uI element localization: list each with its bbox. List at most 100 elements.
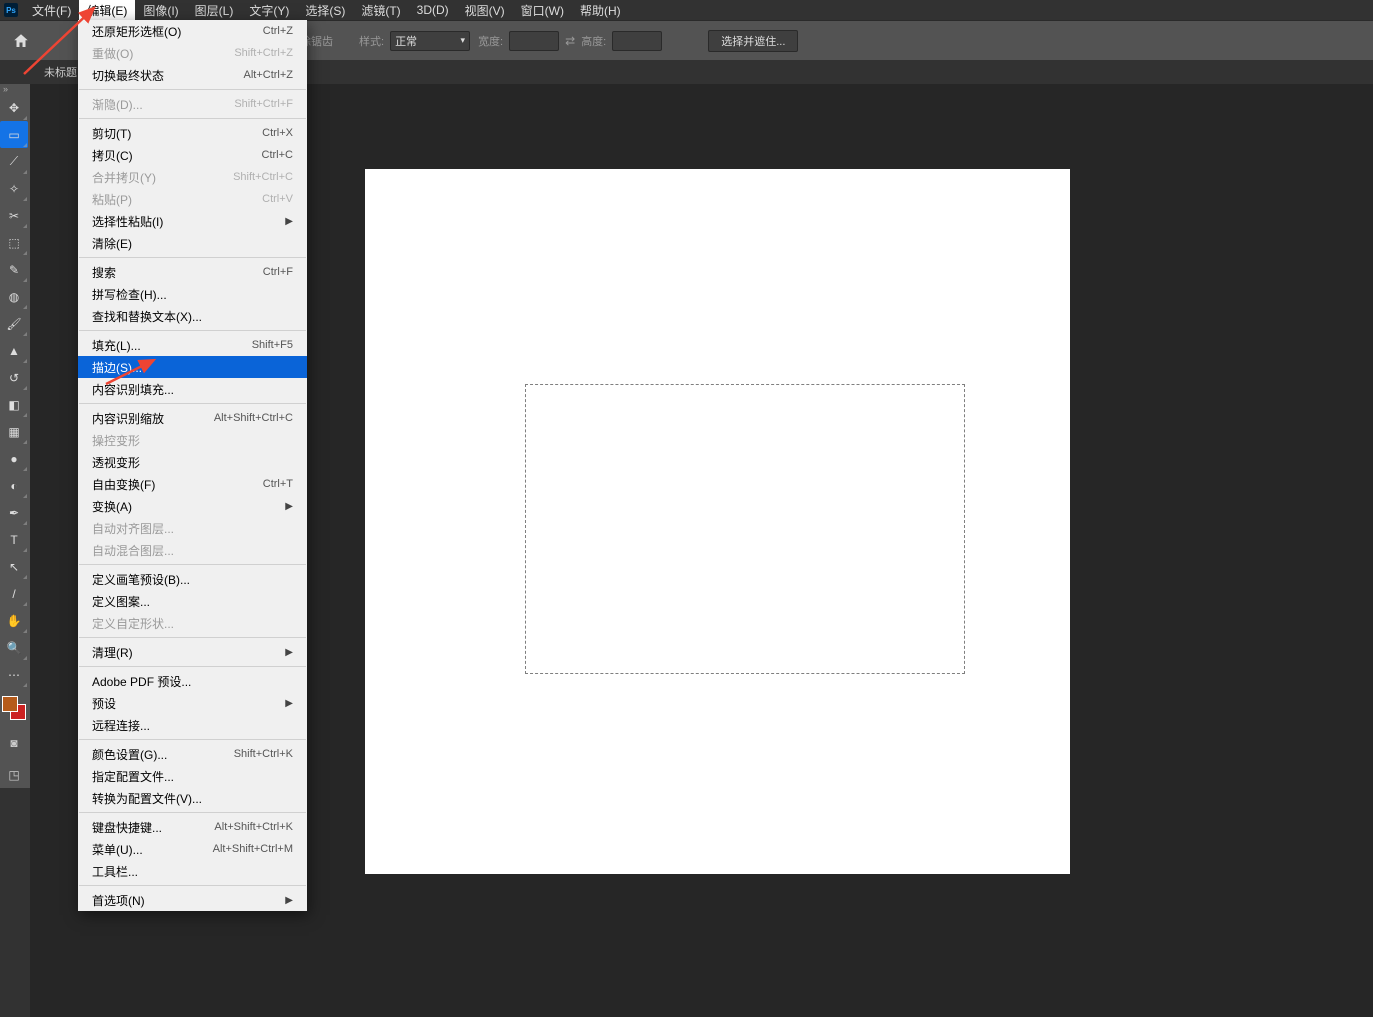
menu-item-shortcut: Ctrl+Z <box>263 25 293 37</box>
menu-item-label: 操控变形 <box>92 432 140 449</box>
menu-item: 自动混合图层... <box>78 539 307 561</box>
menu-window[interactable]: 窗口(W) <box>513 0 572 21</box>
menu-item[interactable]: 定义画笔预设(B)... <box>78 568 307 590</box>
menu-item[interactable]: 内容识别填充... <box>78 378 307 400</box>
dodge-tool[interactable]: ◐ <box>0 472 28 499</box>
marquee-tool[interactable]: ▭ <box>0 121 28 148</box>
menu-item[interactable]: 远程连接... <box>78 714 307 736</box>
canvas[interactable] <box>365 169 1070 874</box>
menu-item[interactable]: 剪切(T)Ctrl+X <box>78 122 307 144</box>
menu-item-label: 选择性粘贴(I) <box>92 213 163 230</box>
submenu-arrow-icon: ▶ <box>285 698 293 709</box>
width-input[interactable] <box>509 31 559 51</box>
height-label: 高度: <box>581 33 606 49</box>
menu-item[interactable]: 指定配置文件... <box>78 765 307 787</box>
menu-item-label: 内容识别缩放 <box>92 410 164 427</box>
color-swatches[interactable] <box>0 694 28 724</box>
menu-item[interactable]: 透视变形 <box>78 451 307 473</box>
menu-separator <box>79 118 306 119</box>
menu-item[interactable]: 键盘快捷键...Alt+Shift+Ctrl+K <box>78 816 307 838</box>
menu-item[interactable]: 还原矩形选框(O) Ctrl+Z <box>78 20 307 42</box>
frame-tool[interactable]: ⬚ <box>0 229 28 256</box>
menu-view[interactable]: 视图(V) <box>457 0 513 21</box>
menu-item[interactable]: 描边(S)... <box>78 356 307 378</box>
menu-3d[interactable]: 3D(D) <box>409 1 457 19</box>
healing-tool[interactable]: ◍ <box>0 283 28 310</box>
menu-help[interactable]: 帮助(H) <box>572 0 629 21</box>
pen-tool[interactable]: ✒ <box>0 499 28 526</box>
menu-filter[interactable]: 滤镜(T) <box>353 0 408 21</box>
menu-item[interactable]: 查找和替换文本(X)... <box>78 305 307 327</box>
move-tool[interactable]: ✥ <box>0 94 28 121</box>
eraser-tool[interactable]: ◧ <box>0 391 28 418</box>
menu-item[interactable]: 颜色设置(G)...Shift+Ctrl+K <box>78 743 307 765</box>
menu-item[interactable]: 首选项(N)▶ <box>78 889 307 911</box>
menu-item-label: 预设 <box>92 695 116 712</box>
menu-item[interactable]: 变换(A)▶ <box>78 495 307 517</box>
crop-tool[interactable]: ✂ <box>0 202 28 229</box>
style-select[interactable]: 正常 <box>390 31 470 51</box>
more-tool[interactable]: ⋯ <box>0 661 28 688</box>
menu-item-label: 查找和替换文本(X)... <box>92 308 202 325</box>
menu-type[interactable]: 文字(Y) <box>241 0 297 21</box>
menu-item[interactable]: 菜单(U)...Alt+Shift+Ctrl+M <box>78 838 307 860</box>
line-tool[interactable]: / <box>0 580 28 607</box>
menu-item[interactable]: 填充(L)...Shift+F5 <box>78 334 307 356</box>
menu-item-shortcut: Alt+Shift+Ctrl+K <box>214 821 293 833</box>
menu-item[interactable]: 拷贝(C)Ctrl+C <box>78 144 307 166</box>
hand-tool[interactable]: ✋ <box>0 607 28 634</box>
type-tool[interactable]: T <box>0 526 28 553</box>
brush-tool[interactable]: 🖌 <box>0 310 28 337</box>
zoom-tool[interactable]: 🔍 <box>0 634 28 661</box>
menu-item[interactable]: 工具栏... <box>78 860 307 882</box>
menu-item-label: 拼写检查(H)... <box>92 286 167 303</box>
menu-item[interactable]: 预设 ▶ <box>78 692 307 714</box>
menu-item[interactable]: 选择性粘贴(I)▶ <box>78 210 307 232</box>
menu-item[interactable]: 自由变换(F)Ctrl+T <box>78 473 307 495</box>
foreground-color-swatch[interactable] <box>2 696 18 712</box>
menu-item: 渐隐(D)...Shift+Ctrl+F <box>78 93 307 115</box>
menu-item[interactable]: Adobe PDF 预设... <box>78 670 307 692</box>
quickmask-button[interactable]: ◙ <box>0 730 28 756</box>
height-input[interactable] <box>612 31 662 51</box>
history-brush-tool[interactable]: ↺ <box>0 364 28 391</box>
tools-panel: » ✥▭⟋✧✂⬚✎◍🖌▲↺◧▦●◐✒T↖/✋🔍⋯ ◙ ◳ <box>0 84 30 788</box>
menu-item[interactable]: 内容识别缩放Alt+Shift+Ctrl+C <box>78 407 307 429</box>
stamp-tool[interactable]: ▲ <box>0 337 28 364</box>
home-icon <box>12 32 30 50</box>
blur-tool[interactable]: ● <box>0 445 28 472</box>
menu-item: 定义自定形状... <box>78 612 307 634</box>
menu-item[interactable]: 切换最终状态Alt+Ctrl+Z <box>78 64 307 86</box>
menu-item[interactable]: 搜索Ctrl+F <box>78 261 307 283</box>
swap-wh-icon[interactable]: ⇄ <box>565 34 575 48</box>
menu-item[interactable]: 转换为配置文件(V)... <box>78 787 307 809</box>
menubar: Ps 文件(F) 编辑(E) 图像(I) 图层(L) 文字(Y) 选择(S) 滤… <box>0 0 1373 20</box>
submenu-arrow-icon: ▶ <box>285 895 293 906</box>
menu-item[interactable]: 拼写检查(H)... <box>78 283 307 305</box>
menu-file[interactable]: 文件(F) <box>24 0 79 21</box>
menu-item-label: Adobe PDF 预设... <box>92 673 191 690</box>
menu-select[interactable]: 选择(S) <box>297 0 353 21</box>
wand-tool[interactable]: ✧ <box>0 175 28 202</box>
menu-image[interactable]: 图像(I) <box>135 0 186 21</box>
menu-item[interactable]: 定义图案... <box>78 590 307 612</box>
menu-item-label: 清除(E) <box>92 235 132 252</box>
lasso-tool[interactable]: ⟋ <box>0 148 28 175</box>
menu-item-label: 自动混合图层... <box>92 542 174 559</box>
eyedropper-tool[interactable]: ✎ <box>0 256 28 283</box>
menu-item-shortcut: Shift+Ctrl+K <box>234 748 293 760</box>
home-button[interactable] <box>6 27 36 55</box>
menu-layer[interactable]: 图层(L) <box>187 0 242 21</box>
menu-item-label: 还原矩形选框(O) <box>92 23 181 40</box>
select-and-mask-button[interactable]: 选择并遮住... <box>708 30 798 52</box>
gradient-tool[interactable]: ▦ <box>0 418 28 445</box>
menu-item[interactable]: 清理(R)▶ <box>78 641 307 663</box>
menu-edit[interactable]: 编辑(E) <box>79 0 135 21</box>
menu-item[interactable]: 清除(E) <box>78 232 307 254</box>
path-tool[interactable]: ↖ <box>0 553 28 580</box>
screenmode-button[interactable]: ◳ <box>0 762 28 788</box>
toolbar-expand-icon[interactable]: » <box>0 84 30 94</box>
menu-item-shortcut: Shift+Ctrl+Z <box>234 47 293 59</box>
menu-item-shortcut: Ctrl+X <box>262 127 293 139</box>
menu-item-label: 自由变换(F) <box>92 476 155 493</box>
